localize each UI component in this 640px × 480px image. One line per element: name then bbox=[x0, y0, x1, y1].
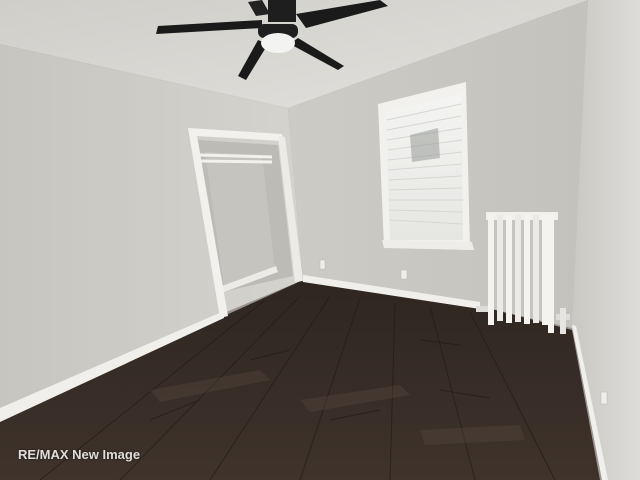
room-photo bbox=[0, 0, 640, 480]
wall-outlet bbox=[400, 269, 408, 280]
watermark-text: RE/MAX New Image bbox=[18, 447, 141, 462]
fan-light bbox=[261, 33, 295, 53]
right-wall-outlet bbox=[600, 391, 608, 405]
wall-outlet-left bbox=[319, 259, 326, 270]
